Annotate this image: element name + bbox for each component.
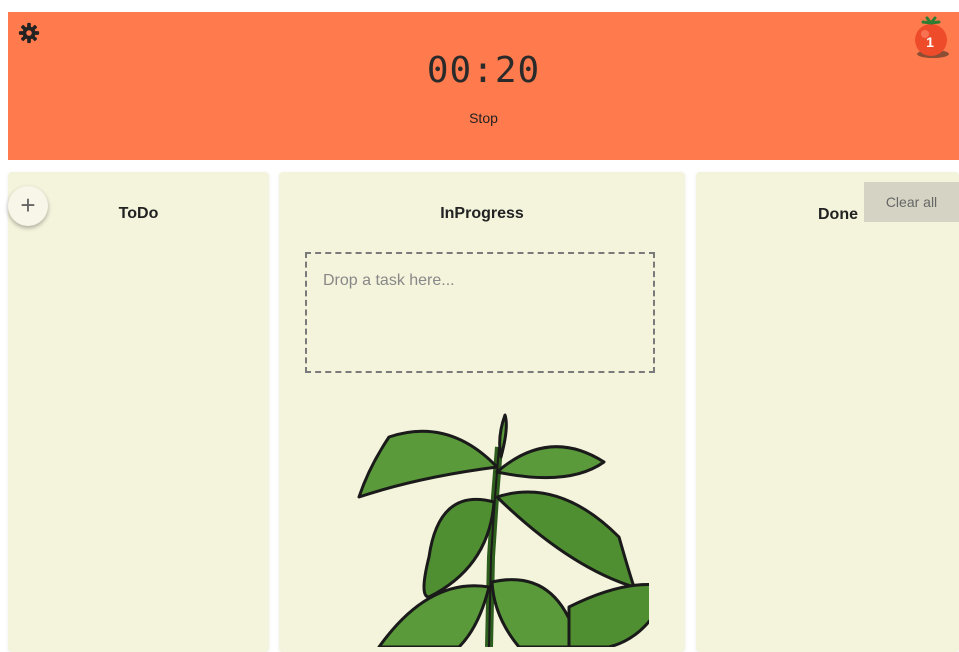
task-dropzone[interactable]: Drop a task here... — [305, 252, 655, 373]
column-inprogress: InProgress Drop a task here... — [279, 172, 685, 652]
column-title-inprogress: InProgress — [440, 205, 524, 222]
column-title-done: Done — [818, 206, 858, 223]
tomato-count: 1 — [926, 34, 934, 50]
timer-header: 00:20 Stop 1 — [8, 12, 959, 160]
column-done: Done Clear all — [696, 172, 959, 652]
clear-all-button[interactable]: Clear all — [864, 182, 959, 222]
plant-illustration — [357, 413, 649, 647]
dropzone-placeholder: Drop a task here... — [323, 272, 455, 289]
column-title-todo: ToDo — [118, 205, 159, 222]
tomato-counter: 1 — [911, 14, 953, 62]
gear-icon[interactable] — [18, 22, 40, 44]
timer-display: 00:20 — [426, 50, 541, 91]
stop-button[interactable]: Stop — [461, 106, 506, 130]
column-todo: + ToDo — [8, 172, 269, 652]
